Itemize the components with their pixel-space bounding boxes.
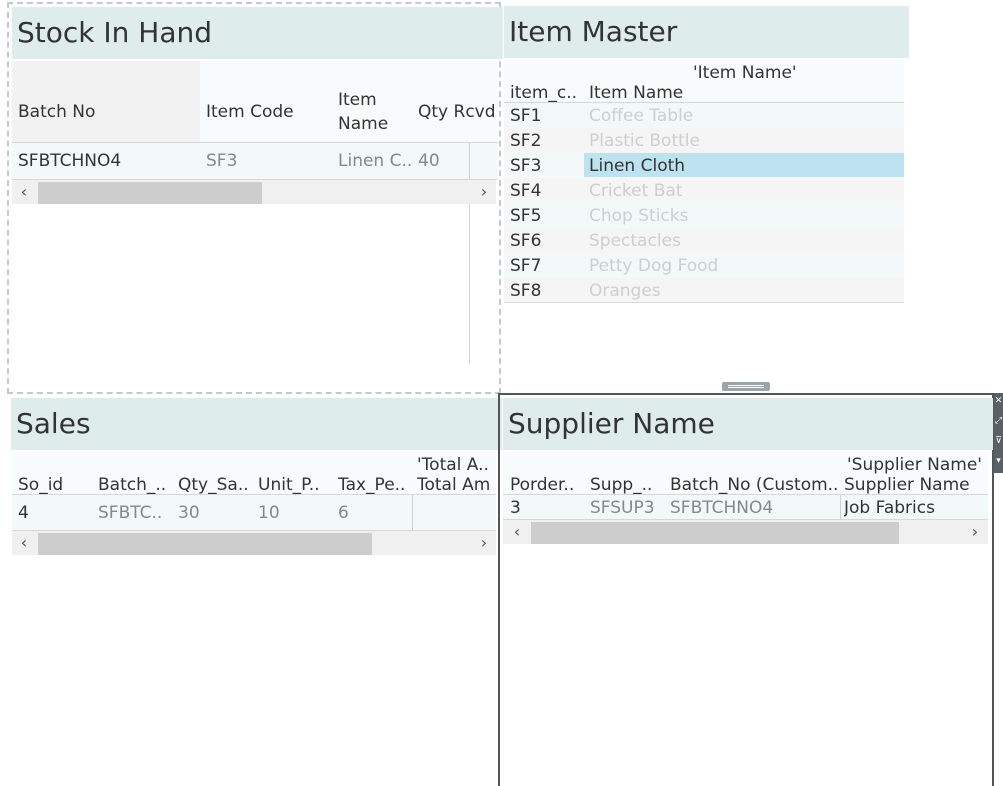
supplier-scroll-thumb[interactable] <box>531 522 899 544</box>
sales-col-unit-price[interactable]: Unit_P.. <box>258 475 320 495</box>
panel-resize-handle[interactable] <box>722 382 770 391</box>
item-master-header-top: 'Item Name' <box>693 63 797 83</box>
sales-cell-qty-sales: 30 <box>178 503 200 523</box>
supplier-col-porder[interactable]: Porder.. <box>510 475 574 495</box>
item-master-row-bg-8 <box>504 278 904 302</box>
more-options-icon[interactable]: ▾ <box>994 455 1003 467</box>
supplier-cell-batch-no: SFBTCHNO4 <box>670 498 774 518</box>
item-master-row-bg-5 <box>504 203 904 228</box>
sales-cell-unit-price: 10 <box>258 503 280 523</box>
scroll-right-arrow-icon[interactable]: › <box>472 180 496 204</box>
stock-cell-batch-no: SFBTCHNO4 <box>18 151 122 171</box>
scroll-left-arrow-icon[interactable]: ‹ <box>12 180 36 204</box>
supplier-cell-supplier-name: Job Fabrics <box>844 498 935 518</box>
scroll-right-arrow-icon[interactable]: › <box>472 531 496 555</box>
sales-col-qty-sales[interactable]: Qty_Sa.. <box>178 475 249 495</box>
item-master-code-sf7[interactable]: SF7 <box>510 256 541 276</box>
item-master-name-sf6[interactable]: Spectacles <box>589 231 681 251</box>
item-master-col-item-name[interactable]: Item Name <box>589 83 683 103</box>
item-master-code-sf8[interactable]: SF8 <box>510 281 541 301</box>
supplier-cell-porder: 3 <box>510 498 521 518</box>
item-master-code-sf6[interactable]: SF6 <box>510 231 541 251</box>
item-master-row-bg-6 <box>504 228 904 253</box>
item-master-row-bg-4 <box>504 178 904 203</box>
item-master-code-sf1[interactable]: SF1 <box>510 106 541 126</box>
supplier-header-top: 'Supplier Name' <box>847 455 982 475</box>
supplier-col-supplier-name[interactable]: Supplier Name <box>844 475 970 495</box>
sales-cell-so-id: 4 <box>18 503 29 523</box>
sales-cell-tax-percent: 6 <box>338 503 349 523</box>
item-master-code-sf2[interactable]: SF2 <box>510 131 541 151</box>
stock-col-qty-rcvd[interactable]: Qty Rcvd <box>418 102 496 122</box>
stock-cell-qty-rcvd: 40 <box>418 151 440 171</box>
stock-cell-item-name: Linen C.. <box>338 151 413 171</box>
resize-grip-line-2 <box>728 387 764 388</box>
stock-col-item-code[interactable]: Item Code <box>206 102 294 122</box>
sales-cell-batch: SFBTC.. <box>98 503 163 523</box>
stock-cell-item-code: SF3 <box>206 151 238 171</box>
item-master-name-sf1[interactable]: Coffee Table <box>589 106 693 126</box>
item-master-row-bg-1 <box>504 103 904 128</box>
sales-column-divider <box>412 495 413 530</box>
close-icon[interactable]: ✕ <box>994 395 1003 407</box>
supplier-column-divider <box>840 495 841 519</box>
sales-title: Sales <box>11 398 502 450</box>
resize-grip-line-1 <box>728 385 764 386</box>
supplier-cell-supp-id: SFSUP3 <box>590 498 655 518</box>
stock-in-hand-title: Stock In Hand <box>12 7 503 59</box>
stock-horizontal-scrollbar[interactable]: ‹ › <box>12 180 496 204</box>
item-master-name-sf7[interactable]: Petty Dog Food <box>589 256 718 276</box>
expand-icon[interactable]: ⤢ <box>994 415 1003 427</box>
sales-col-tax-percent[interactable]: Tax_Pe.. <box>338 475 405 495</box>
item-master-name-sf4[interactable]: Cricket Bat <box>589 181 682 201</box>
sales-scroll-thumb[interactable] <box>38 533 372 555</box>
item-master-code-sf3[interactable]: SF3 <box>510 156 541 176</box>
stock-col-item-name-1[interactable]: Item <box>338 90 377 110</box>
sales-header-top: 'Total A.. <box>417 455 489 475</box>
sheet-toolbar: ✕ ⤢ ⊽ ▾ <box>994 393 1003 473</box>
stock-scroll-thumb[interactable] <box>38 182 262 204</box>
item-master-row-bg-2 <box>504 128 904 153</box>
stock-col-item-name-2[interactable]: Name <box>338 114 388 134</box>
sales-horizontal-scrollbar[interactable]: ‹ › <box>12 531 496 555</box>
scroll-right-arrow-icon[interactable]: › <box>963 520 987 544</box>
item-master-name-sf8[interactable]: Oranges <box>589 281 661 301</box>
item-master-code-sf4[interactable]: SF4 <box>510 181 541 201</box>
sales-col-so-id[interactable]: So_id <box>18 475 63 495</box>
supplier-name-title: Supplier Name <box>503 398 993 450</box>
item-master-title: Item Master <box>504 6 909 58</box>
supplier-col-batch-no[interactable]: Batch_No (Custom.. <box>670 475 838 495</box>
supplier-horizontal-scrollbar[interactable]: ‹ › <box>503 520 988 544</box>
sales-table-row[interactable] <box>12 495 496 530</box>
item-master-col-item-code[interactable]: item_c.. <box>510 83 577 103</box>
scroll-left-arrow-icon[interactable]: ‹ <box>12 531 36 555</box>
sales-col-batch[interactable]: Batch_.. <box>98 475 166 495</box>
item-master-name-sf5[interactable]: Chop Sticks <box>589 206 688 226</box>
item-master-code-sf5[interactable]: SF5 <box>510 206 541 226</box>
stock-col-batch-no[interactable]: Batch No <box>18 102 95 122</box>
stock-column-divider <box>469 143 470 364</box>
supplier-col-supp-id[interactable]: Supp_.. <box>590 475 652 495</box>
item-master-bottom-line <box>504 302 904 303</box>
sales-col-total-amount[interactable]: Total Am <box>417 475 495 495</box>
item-master-name-sf3[interactable]: Linen Cloth <box>589 156 685 176</box>
filter-icon[interactable]: ⊽ <box>994 435 1003 447</box>
scroll-left-arrow-icon[interactable]: ‹ <box>505 520 529 544</box>
item-master-name-sf2[interactable]: Plastic Bottle <box>589 131 700 151</box>
